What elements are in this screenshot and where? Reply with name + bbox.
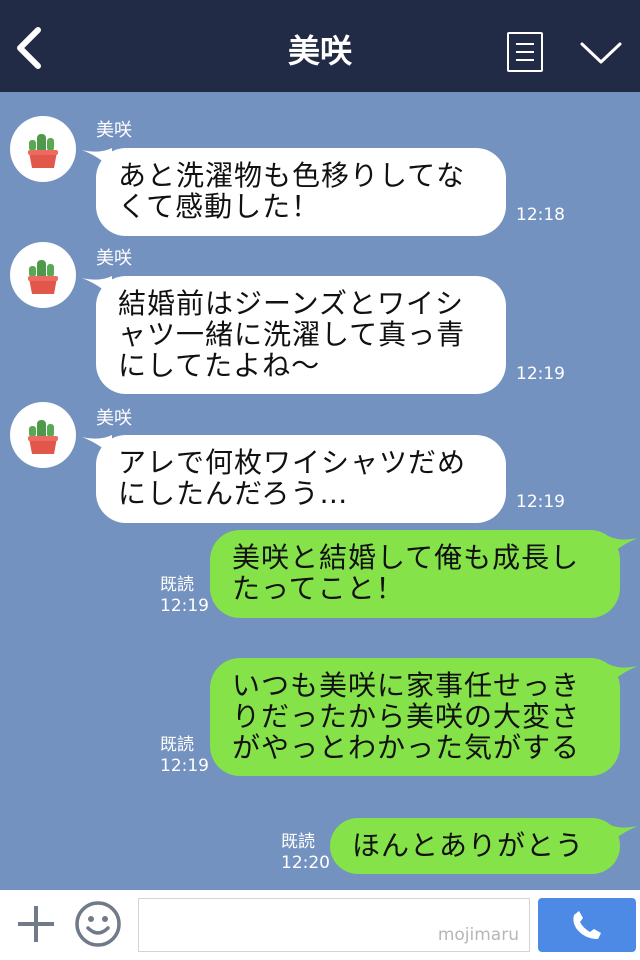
read-status: 既読 bbox=[160, 735, 194, 755]
sender-name: 美咲 bbox=[96, 248, 132, 269]
message-bubble-incoming[interactable]: アレで何枚ワイシャツだめ にしたんだろう… bbox=[96, 435, 506, 523]
phone-icon bbox=[573, 911, 601, 939]
message-time: 12:18 bbox=[516, 205, 565, 225]
message-time: 12:19 bbox=[516, 492, 565, 512]
read-status: 既読 bbox=[160, 575, 194, 595]
message-bubble-outgoing[interactable]: ほんとありがとう bbox=[330, 818, 620, 874]
cactus-icon bbox=[28, 420, 58, 454]
message-input[interactable]: mojimaru bbox=[138, 898, 530, 952]
bubble-tail bbox=[608, 664, 638, 686]
plus-icon[interactable] bbox=[16, 904, 56, 944]
message-bubble-outgoing[interactable]: いつも美咲に家事任せっき りだったから美咲の大変さ がやっとわかった気がする bbox=[210, 658, 620, 776]
chat-area[interactable]: 美咲 あと洗濯物も色移りしてな くて感動した！ 12:18 美咲 結婚前はジーン… bbox=[0, 92, 640, 890]
chevron-down-icon[interactable] bbox=[578, 38, 624, 68]
sender-name: 美咲 bbox=[96, 120, 132, 141]
cactus-icon bbox=[28, 134, 58, 168]
message-time: 12:19 bbox=[516, 364, 565, 384]
menu-list-icon[interactable] bbox=[507, 32, 543, 72]
message-bubble-incoming[interactable]: 結婚前はジーンズとワイシ ャツ一緒に洗濯して真っ青 にしてたよね〜 bbox=[96, 276, 506, 394]
avatar[interactable] bbox=[10, 242, 76, 308]
avatar[interactable] bbox=[10, 402, 76, 468]
bubble-tail bbox=[608, 536, 638, 558]
call-button[interactable] bbox=[538, 898, 636, 952]
smiley-icon[interactable] bbox=[74, 900, 122, 948]
message-bubble-incoming[interactable]: あと洗濯物も色移りしてな くて感動した！ bbox=[96, 148, 506, 236]
message-time: 12:20 bbox=[281, 853, 330, 873]
message-bubble-outgoing[interactable]: 美咲と結婚して俺も成長し たってこと！ bbox=[210, 530, 620, 618]
read-status: 既読 bbox=[281, 832, 315, 852]
sender-name: 美咲 bbox=[96, 408, 132, 429]
message-time: 12:19 bbox=[160, 596, 209, 616]
watermark: mojimaru bbox=[437, 925, 519, 945]
cactus-icon bbox=[28, 260, 58, 294]
message-time: 12:19 bbox=[160, 756, 209, 776]
bubble-tail bbox=[608, 824, 638, 846]
chat-header: 美咲 bbox=[0, 0, 640, 92]
chat-title: 美咲 bbox=[287, 32, 352, 70]
avatar[interactable] bbox=[10, 116, 76, 182]
